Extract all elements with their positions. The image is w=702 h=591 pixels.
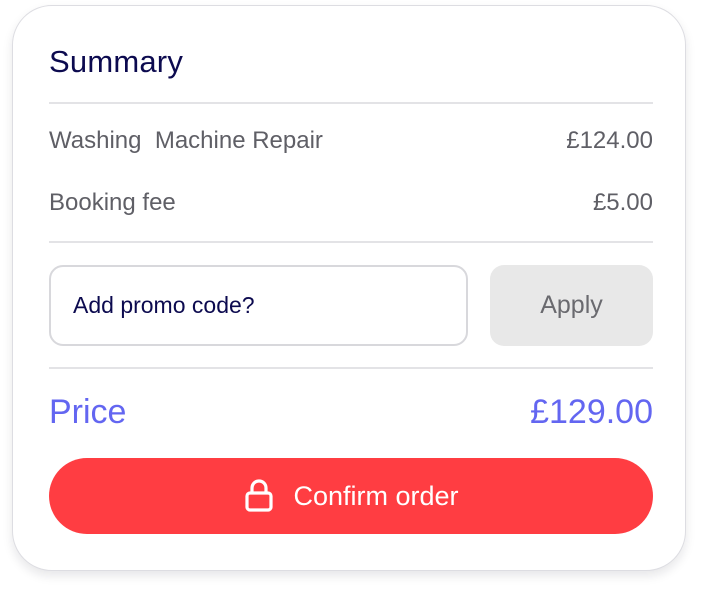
line-item-label: Washing Machine Repair <box>49 127 323 154</box>
line-item-price: £124.00 <box>566 127 653 154</box>
divider <box>49 241 653 243</box>
confirm-order-button[interactable]: Confirm order <box>49 458 653 534</box>
apply-promo-button[interactable]: Apply <box>490 265 653 346</box>
summary-title: Summary <box>49 44 184 79</box>
promo-code-input[interactable] <box>49 265 468 346</box>
lock-icon <box>243 478 275 514</box>
confirm-order-label: Confirm order <box>293 480 459 511</box>
divider <box>49 102 653 104</box>
divider <box>49 367 653 369</box>
total-price-label: Price <box>49 393 127 431</box>
line-item-price: £5.00 <box>592 189 653 216</box>
line-item-label: Booking fee <box>49 189 176 216</box>
total-price-value: £129.00 <box>530 393 653 431</box>
